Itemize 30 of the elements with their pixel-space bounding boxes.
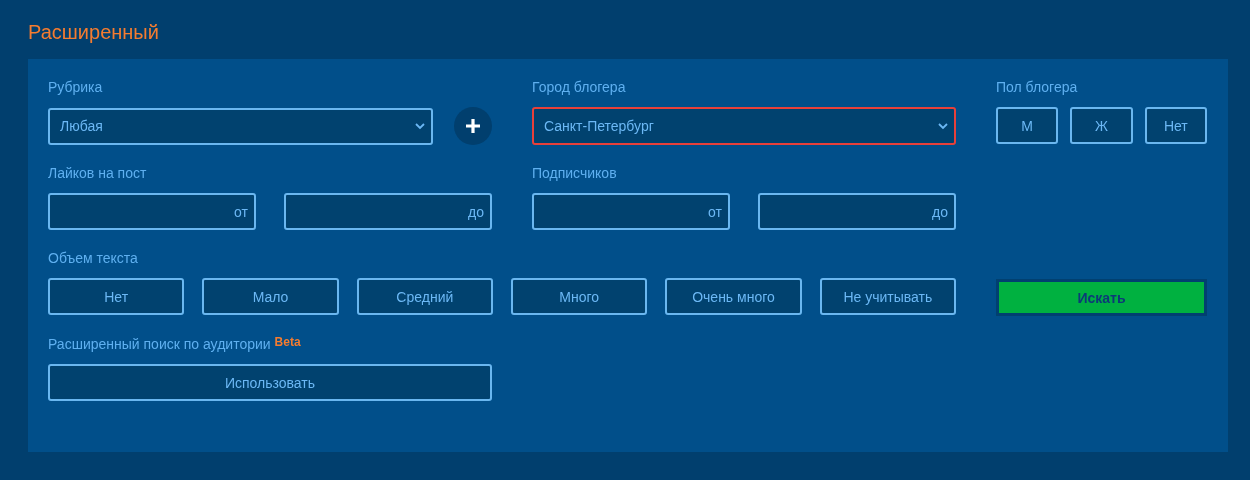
field-label: Город блогера: [532, 79, 627, 96]
field-label: Расширенный поиск по аудитории: [48, 336, 271, 353]
beta-label: Beta: [274, 336, 301, 349]
text-volume-option[interactable]: Средний: [356, 278, 493, 315]
text-volume-option[interactable]: Мало: [202, 278, 339, 315]
field-label: Лайков на пост: [48, 165, 148, 182]
field-label: Рубрика: [48, 79, 104, 96]
use-button[interactable]: Использовать: [48, 364, 492, 401]
city-select[interactable]: Санкт-Петербург: [532, 107, 956, 145]
text-volume-option[interactable]: Нет: [48, 278, 185, 315]
subscribers-from-field[interactable]: от: [532, 193, 730, 230]
chevron-down-icon: [415, 122, 425, 130]
plus-icon: [465, 118, 481, 134]
search-button[interactable]: Искать: [996, 279, 1207, 316]
field-label: Пол блогера: [996, 79, 1079, 96]
gender-option[interactable]: Нет: [1144, 107, 1207, 144]
text-volume-option[interactable]: Не учитывать: [819, 278, 956, 315]
add-button[interactable]: [454, 107, 492, 145]
field-label: Подписчиков: [532, 165, 618, 182]
rubric-select[interactable]: Любая: [48, 107, 433, 145]
section-title: Расширенный: [28, 20, 160, 45]
chevron-down-icon: [938, 122, 948, 130]
likes-from-field[interactable]: от: [48, 193, 256, 230]
likes-to-field[interactable]: до: [284, 193, 492, 230]
gender-option[interactable]: М: [996, 107, 1059, 144]
text-volume-option[interactable]: Много: [511, 278, 648, 315]
gender-option[interactable]: Ж: [1070, 107, 1133, 144]
field-label: Объем текста: [48, 250, 139, 267]
text-volume-option[interactable]: Очень много: [665, 278, 802, 315]
subscribers-to-field[interactable]: до: [758, 193, 956, 230]
